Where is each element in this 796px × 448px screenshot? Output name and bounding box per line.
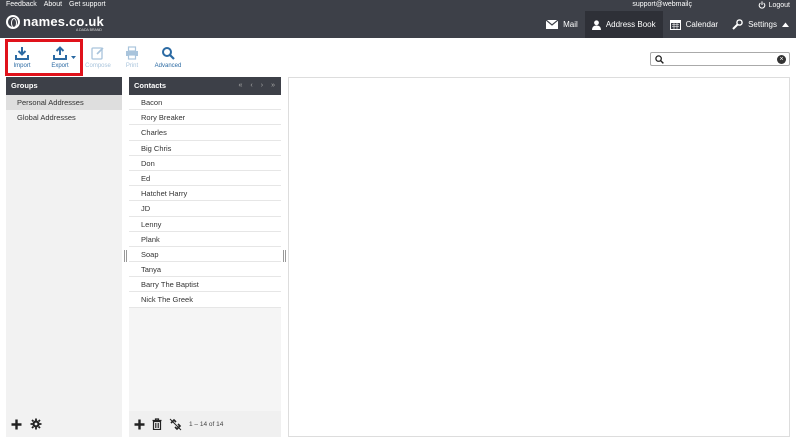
contact-list-item[interactable]: Hatchet Harry (129, 186, 281, 202)
print-label: Print (125, 63, 139, 69)
contacts-header: Contacts « ‹ › » (129, 77, 281, 95)
contact-list-item[interactable]: Soap (129, 246, 281, 263)
brand-logo[interactable]: names.co.uk (6, 14, 104, 29)
top-links: Feedback About Get support (6, 1, 106, 8)
contact-count: 1 – 14 of 14 (189, 420, 224, 428)
first-page-icon[interactable]: « (239, 77, 243, 95)
last-page-icon[interactable]: » (271, 77, 275, 95)
contacts-footer: 1 – 14 of 14 (129, 411, 281, 437)
toolbar: Import Export Compose Print Advanced × (0, 38, 796, 76)
brand-mark-icon (6, 14, 20, 29)
add-group-icon[interactable] (11, 419, 22, 430)
nav-settings-label: Settings (748, 20, 777, 29)
groups-splitter[interactable] (124, 250, 127, 262)
about-link[interactable]: About (44, 1, 62, 8)
compose-icon (91, 47, 104, 60)
import-export-highlight (5, 39, 83, 76)
magnifier-icon (162, 47, 175, 60)
person-icon (591, 19, 601, 30)
contact-list-item[interactable]: Tanya (129, 262, 281, 278)
contact-list-item[interactable]: Charles (129, 125, 281, 141)
logout-label: Logout (768, 1, 790, 9)
contact-list: Bacon Rory Breaker Charles Big Chris Don Ed Ha… (129, 95, 281, 308)
nav-calendar[interactable]: Calendar (663, 11, 725, 38)
search-icon (655, 55, 664, 64)
advanced-label: Advanced (154, 63, 182, 69)
add-contact-icon[interactable] (134, 419, 145, 430)
user-email[interactable]: support@webmailç (632, 1, 692, 8)
power-icon (758, 1, 765, 9)
previous-page-icon[interactable]: ‹ (250, 77, 252, 95)
contact-list-item[interactable]: Lenny (129, 216, 281, 232)
contact-list-item[interactable]: Rory Breaker (129, 110, 281, 126)
contact-list-item[interactable]: JD (129, 201, 281, 217)
next-page-icon[interactable]: › (261, 77, 263, 95)
get-support-link[interactable]: Get support (69, 1, 106, 8)
top-bar: Feedback About Get support support@webma… (0, 0, 796, 11)
print-button[interactable]: Print (115, 46, 149, 69)
contact-list-item[interactable]: Ed (129, 170, 281, 187)
print-icon (126, 46, 138, 60)
group-item-personal-addresses[interactable]: Personal Addresses (6, 95, 122, 110)
wrench-icon (732, 19, 743, 30)
contact-preview-pane (288, 77, 790, 437)
contact-list-item[interactable]: Barry The Baptist (129, 277, 281, 293)
logout-button[interactable]: Logout (758, 1, 790, 9)
search-box: × (650, 52, 790, 66)
nav-address-book-label: Address Book (605, 20, 656, 29)
groups-footer (6, 411, 122, 437)
nav-calendar-label: Calendar (685, 20, 719, 29)
compose-label: Compose (85, 63, 111, 69)
nav-mail[interactable]: Mail (539, 11, 585, 38)
advanced-button[interactable]: Advanced (151, 46, 185, 69)
groups-panel: Groups Personal Addresses Global Address… (6, 77, 122, 437)
contact-list-item[interactable]: Bacon (129, 95, 281, 111)
app-header: names.co.uk A DADA BRAND Mail Address Bo… (0, 11, 796, 38)
contact-list-item[interactable]: Plank (129, 231, 281, 247)
group-item-global-addresses[interactable]: Global Addresses (6, 110, 122, 125)
feedback-link[interactable]: Feedback (6, 1, 37, 8)
clear-search-icon[interactable]: × (777, 55, 786, 64)
groups-header: Groups (6, 77, 122, 95)
search-input[interactable] (667, 54, 775, 64)
unlink-icon[interactable] (169, 418, 182, 431)
brand-tagline: A DADA BRAND (76, 28, 102, 32)
nav-address-book[interactable]: Address Book (584, 11, 663, 38)
nav-settings[interactable]: Settings (725, 11, 796, 38)
trash-icon[interactable] (152, 418, 162, 430)
main-nav: Mail Address Book Calendar Settings (539, 11, 796, 38)
gear-icon[interactable] (30, 418, 42, 430)
calendar-icon (669, 20, 681, 30)
contact-list-item[interactable]: Nick The Greek (129, 292, 281, 308)
contact-list-item[interactable]: Big Chris (129, 140, 281, 156)
envelope-icon (546, 20, 559, 29)
contacts-splitter[interactable] (283, 250, 286, 262)
chevron-up-icon (782, 22, 789, 27)
contact-list-item[interactable]: Don (129, 155, 281, 171)
brand-name: names.co.uk (23, 14, 104, 29)
contacts-title: Contacts (134, 81, 167, 90)
nav-mail-label: Mail (563, 20, 578, 29)
contacts-panel: Contacts « ‹ › » Bacon Rory Breaker Charle… (129, 77, 281, 437)
compose-button[interactable]: Compose (81, 46, 115, 69)
pager: « ‹ › » (239, 77, 276, 95)
